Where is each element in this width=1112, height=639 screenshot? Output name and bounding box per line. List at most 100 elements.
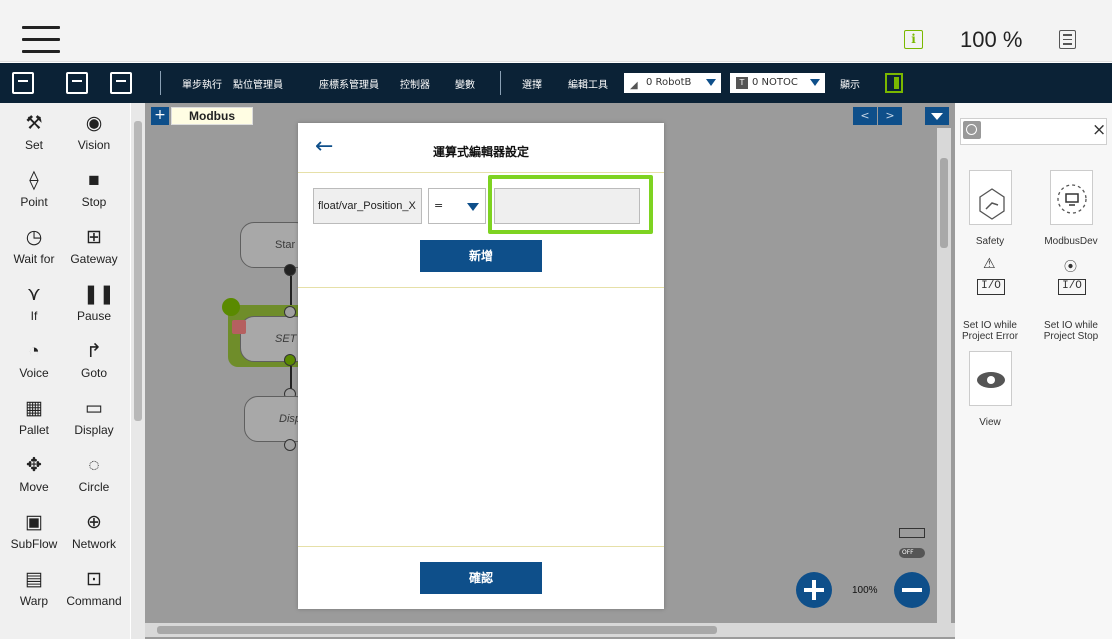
set-io-project-stop-tile[interactable]: ⦿ I/O	[1050, 252, 1093, 314]
delete-node-icon[interactable]	[284, 354, 296, 366]
toolbar-select[interactable]: 選擇	[522, 76, 542, 91]
palette-item-wait-for[interactable]: ◷ Wait for	[4, 227, 64, 266]
zoom-out-button[interactable]	[894, 572, 930, 608]
tile-label: Set IO while Project Error	[961, 320, 1019, 342]
move-arrows-icon: ✥	[26, 455, 42, 476]
new-project-icon[interactable]	[12, 72, 34, 94]
toolbar-step-run[interactable]: 單步執行	[182, 76, 222, 91]
palette-scrollbar[interactable]	[131, 103, 145, 639]
globe-icon: ⊕	[86, 512, 102, 533]
operator-value: =	[434, 199, 444, 212]
canvas-vertical-scrollbar[interactable]	[937, 128, 951, 623]
value-input[interactable]	[494, 188, 640, 224]
add-tab-button[interactable]: +	[151, 107, 169, 125]
palette-item-label: Pause	[76, 309, 112, 323]
toolbar-base-manager[interactable]: 座標系管理員	[319, 76, 379, 91]
toolbar-display[interactable]: 顯示	[840, 76, 860, 91]
toolbar-point-manager[interactable]: 點位管理員	[233, 76, 283, 91]
search-icon	[963, 121, 981, 139]
edit-node-icon[interactable]	[222, 298, 240, 316]
palette-item-if[interactable]: ⋎ If	[4, 284, 64, 323]
circle-dashed-icon: ◌	[88, 455, 100, 476]
open-project-icon[interactable]	[110, 72, 132, 94]
view-tile[interactable]	[969, 351, 1012, 406]
wrench-icon: ⚒	[25, 113, 43, 134]
palette-item-circle[interactable]: ◌ Circle	[64, 455, 124, 494]
palette-item-goto[interactable]: ↱ Goto	[64, 341, 124, 380]
speaker-icon: ◔	[28, 341, 40, 362]
command-icon: ⊡	[86, 569, 102, 590]
palette-item-vision[interactable]: ◉ Vision	[64, 113, 124, 152]
page-dropdown-button[interactable]	[925, 107, 949, 125]
zoom-in-button[interactable]	[796, 572, 832, 608]
toolbar: 單步執行 點位管理員 座標系管理員 控制器 變數 選擇 編輯工具 ◢ 0 Rob…	[0, 63, 1112, 103]
tool-dropdown[interactable]: T 0 NOTOC	[730, 73, 825, 93]
log-icon[interactable]	[1059, 30, 1076, 49]
add-button[interactable]: 新增	[420, 240, 542, 272]
toolbar-controller[interactable]: 控制器	[400, 76, 430, 91]
hierarchy-icon: ⊞	[86, 227, 102, 248]
safety-tile[interactable]	[969, 170, 1012, 225]
palette-item-label: Wait for	[13, 252, 55, 266]
info-icon[interactable]: i	[904, 30, 923, 49]
operator-select[interactable]: =	[428, 188, 486, 224]
simulation-toggle[interactable]: OFF	[897, 528, 927, 564]
toolbar-variables[interactable]: 變數	[455, 76, 475, 91]
close-icon[interactable]: ×	[1092, 120, 1106, 140]
prev-page-button[interactable]: <	[853, 107, 877, 125]
save-project-icon[interactable]	[66, 72, 88, 94]
palette-item-label: SubFlow	[10, 537, 58, 551]
toolbar-edit-tools[interactable]: 編輯工具	[568, 76, 608, 91]
palette-item-pallet[interactable]: ▦ Pallet	[4, 398, 64, 437]
divider	[298, 546, 664, 547]
display-panel-icon[interactable]	[885, 73, 903, 93]
app-window: i 100 % 單步執行 點位管理員 座標系管理員 控制器 變數 選擇 編輯工具…	[0, 0, 1112, 639]
stop-icon: ■	[88, 170, 100, 191]
set-node-label: SET	[275, 333, 297, 345]
tile-label: ModbusDev	[1044, 236, 1098, 247]
clock-icon: ◷	[25, 227, 43, 248]
tile-label: View	[979, 417, 1001, 428]
divider	[298, 172, 664, 173]
goto-arrow-icon: ↱	[86, 341, 102, 362]
top-bar: i 100 %	[0, 0, 1112, 62]
toolbar-divider	[160, 71, 161, 95]
palette-item-subflow[interactable]: ▣ SubFlow	[4, 512, 64, 551]
tile-label: Set IO while Project Stop	[1043, 320, 1099, 342]
node-pin	[284, 264, 296, 276]
tile-label: Safety	[975, 236, 1005, 247]
safety-cube-icon	[979, 188, 1005, 220]
palette-item-set[interactable]: ⚒ Set	[4, 113, 64, 152]
palette-item-label: Goto	[80, 366, 107, 380]
palette-item-move[interactable]: ✥ Move	[4, 455, 64, 494]
tool-value: 0 NOTOC	[752, 77, 798, 88]
palette-item-network[interactable]: ⊕ Network	[64, 512, 124, 551]
palette-item-command[interactable]: ⊡ Command	[64, 569, 124, 608]
canvas-horizontal-scrollbar[interactable]	[145, 623, 955, 637]
dialog-title: 運算式編輯器設定	[432, 145, 529, 159]
robot-base-dropdown[interactable]: ◢ 0 RobotB	[624, 73, 721, 93]
palette-item-label: Stop	[81, 195, 107, 209]
palette-item-stop[interactable]: ■ Stop	[64, 170, 124, 209]
start-node-label: Star	[275, 239, 296, 251]
palette-item-label: Network	[71, 537, 116, 551]
tab-modbus[interactable]: Modbus	[171, 107, 253, 125]
chevron-down-icon	[810, 79, 820, 86]
palette-item-display[interactable]: ▭ Display	[64, 398, 124, 437]
palette-item-pause[interactable]: ❚❚ Pause	[64, 284, 124, 323]
next-page-button[interactable]: >	[878, 107, 902, 125]
confirm-button[interactable]: 確認	[420, 562, 542, 594]
palette-item-gateway[interactable]: ⊞ Gateway	[64, 227, 124, 266]
modbusdev-tile[interactable]	[1050, 170, 1093, 225]
stop-circle-icon: ⦿	[1064, 260, 1078, 275]
component-search-input[interactable]	[960, 118, 1107, 145]
palette-item-warp[interactable]: ▤ Warp	[4, 569, 64, 608]
grid-icon: ▦	[25, 398, 43, 419]
palette-item-voice[interactable]: ◔ Voice	[4, 341, 64, 380]
palette-item-point[interactable]: ⟠ Point	[4, 170, 64, 209]
variable-field[interactable]: float/var_Position_X	[313, 188, 422, 224]
hamburger-menu-icon[interactable]	[22, 26, 60, 56]
node-pin	[284, 306, 296, 318]
set-io-project-error-tile[interactable]: ⚠ I/O	[969, 252, 1012, 314]
palette-item-label: Move	[19, 480, 49, 494]
